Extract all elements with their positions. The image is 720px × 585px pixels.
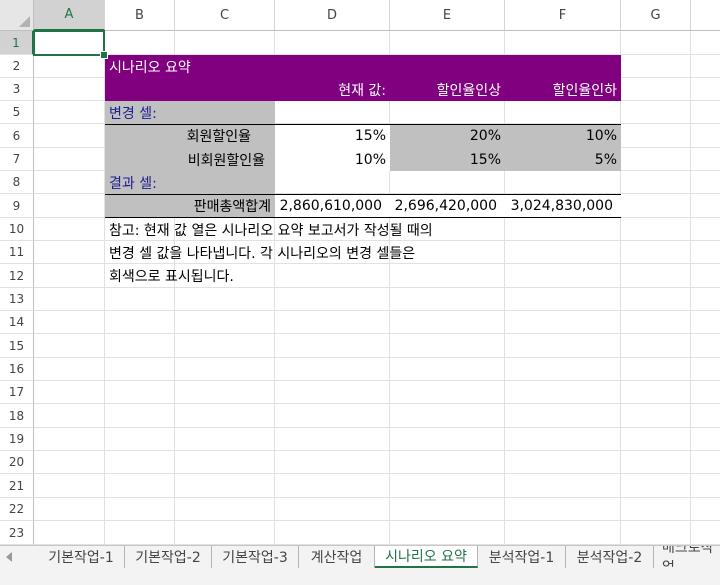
gridline	[34, 520, 720, 521]
row-header-9[interactable]: 9	[0, 194, 34, 218]
row-header-23[interactable]: 23	[0, 521, 34, 545]
row-header-17[interactable]: 17	[0, 381, 34, 404]
column-header-a[interactable]: A	[34, 0, 105, 31]
tab-calculation[interactable]: 계산작업	[299, 546, 375, 568]
gridline	[34, 427, 720, 428]
gridline	[620, 31, 621, 545]
row-header-2[interactable]: 2	[0, 55, 34, 78]
spreadsheet-grid[interactable]: A B C D E F G 1 2 3 5 6 7 8 9 10 11 12 1…	[0, 0, 720, 545]
column-header-c[interactable]: C	[175, 0, 275, 31]
row-header-13[interactable]: 13	[0, 288, 34, 311]
note-line-2[interactable]: 변경 셀 값을 나타냅니다. 각 시나리오의 변경 셀들은	[105, 241, 525, 264]
nonmember-discount-label[interactable]: 비회원할인율	[105, 148, 275, 171]
table-border	[105, 194, 621, 195]
nonmember-discount-decrease[interactable]: 5%	[505, 148, 621, 171]
member-discount-decrease[interactable]: 10%	[505, 124, 621, 148]
note-line-1[interactable]: 참고: 현재 값 열은 시나리오 요약 보고서가 작성될 때의	[105, 218, 525, 241]
row-header-6[interactable]: 6	[0, 124, 34, 148]
result-cells-label[interactable]: 결과 셀:	[105, 171, 275, 194]
gridline	[389, 31, 390, 545]
gridline	[34, 473, 720, 474]
gridline	[690, 31, 691, 545]
gridline	[34, 497, 720, 498]
row-header-16[interactable]: 16	[0, 358, 34, 381]
row-header-19[interactable]: 19	[0, 428, 34, 451]
select-all-icon	[19, 16, 30, 27]
member-discount-current[interactable]: 15%	[275, 124, 390, 148]
nonmember-discount-increase[interactable]: 15%	[390, 148, 505, 171]
row-header-3[interactable]: 3	[0, 78, 34, 101]
row-header-5[interactable]: 5	[0, 101, 34, 124]
row-header-15[interactable]: 15	[0, 334, 34, 358]
table-border	[105, 124, 621, 125]
row-header-12[interactable]: 12	[0, 264, 34, 288]
header-scenario-decrease[interactable]: 할인율인하	[505, 78, 621, 101]
row-header-14[interactable]: 14	[0, 311, 34, 334]
total-sales-increase[interactable]: 2,696,420,000	[390, 194, 505, 218]
tab-basic-1[interactable]: 기본작업-1	[38, 546, 125, 568]
note-line-3[interactable]: 회색으로 표시됩니다.	[105, 264, 525, 288]
tab-analysis-2[interactable]: 분석작업-2	[566, 546, 654, 568]
total-sales-current[interactable]: 2,860,610,000	[275, 194, 390, 218]
row-header-11[interactable]: 11	[0, 241, 34, 264]
gridline	[504, 31, 505, 545]
row-header-7[interactable]: 7	[0, 148, 34, 171]
tab-basic-2[interactable]: 기본작업-2	[125, 546, 212, 568]
gridline	[34, 310, 720, 311]
total-sales-label[interactable]: 판매총액합계	[105, 194, 275, 218]
tab-analysis-1[interactable]: 분석작업-1	[478, 546, 566, 568]
row-header-21[interactable]: 21	[0, 474, 34, 498]
column-header-g[interactable]: G	[621, 0, 691, 31]
column-header-overflow[interactable]	[691, 0, 720, 31]
column-header-f[interactable]: F	[505, 0, 621, 31]
row-header-22[interactable]: 22	[0, 498, 34, 521]
nonmember-discount-current[interactable]: 10%	[275, 148, 390, 171]
gridline	[34, 450, 720, 451]
gridline	[34, 357, 720, 358]
fill-handle[interactable]	[100, 51, 108, 59]
column-header-d[interactable]: D	[275, 0, 390, 31]
row-header-20[interactable]: 20	[0, 451, 34, 474]
select-all-corner[interactable]	[0, 0, 34, 31]
row-header-8[interactable]: 8	[0, 171, 34, 194]
tab-scenario-summary[interactable]: 시나리오 요약	[375, 546, 478, 568]
column-header-e[interactable]: E	[390, 0, 505, 31]
row-header-10[interactable]: 10	[0, 218, 34, 241]
sheet-tab-bar: 기본작업-1 기본작업-2 기본작업-3 계산작업 시나리오 요약 분석작업-1…	[0, 545, 720, 585]
row-header-18[interactable]: 18	[0, 404, 34, 428]
header-current-values[interactable]: 현재 값:	[275, 78, 390, 101]
member-discount-increase[interactable]: 20%	[390, 124, 505, 148]
row-header-1[interactable]: 1	[0, 31, 34, 55]
summary-title[interactable]: 시나리오 요약	[105, 55, 305, 78]
tab-basic-3[interactable]: 기본작업-3	[212, 546, 299, 568]
member-discount-label[interactable]: 회원할인율	[105, 124, 275, 148]
gridline	[34, 403, 720, 404]
total-sales-decrease[interactable]: 3,024,830,000	[505, 194, 621, 218]
column-header-b[interactable]: B	[105, 0, 175, 31]
changing-cells-label[interactable]: 변경 셀:	[105, 101, 275, 124]
scroll-left-icon[interactable]	[6, 552, 12, 562]
gridline	[34, 333, 720, 334]
gridline	[34, 380, 720, 381]
active-cell-a1[interactable]	[33, 30, 105, 56]
header-scenario-increase[interactable]: 할인율인상	[390, 78, 505, 101]
tab-macro[interactable]: 매크로작업	[654, 546, 720, 568]
